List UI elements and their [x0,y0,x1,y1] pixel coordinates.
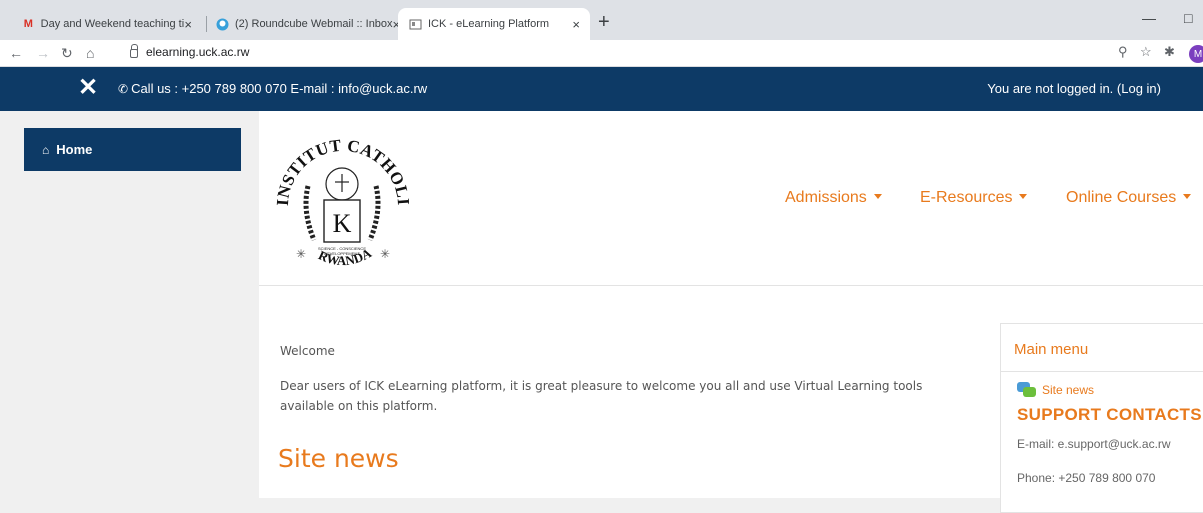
tab-ick-elearning[interactable]: ICK - eLearning Platform × [398,8,590,40]
minimize-icon[interactable]: — [1142,10,1156,26]
close-drawer-icon[interactable]: ✕ [78,76,98,100]
contact-info: ✆ Call us : +250 789 800 070 E-mail : inf… [118,81,427,96]
nav-label: Online Courses [1066,189,1177,206]
ick-favicon-icon [408,17,422,31]
url-text: elearning.uck.ac.rw [146,45,250,59]
back-arrow-icon[interactable]: ← [9,44,23,62]
sidebar-item-home[interactable]: ⌂ Home [24,128,241,171]
forum-chat-icon [1017,382,1036,398]
home-icon: ⌂ [42,143,50,157]
profile-avatar[interactable]: M [1189,45,1203,63]
main-menu-block: Main menu Site news SUPPORT CONTACTS E-m… [1000,323,1203,513]
intro-text: Dear users of ICK eLearning platform, it… [280,379,923,413]
reload-icon[interactable]: ↻ [61,44,73,62]
extensions-puzzle-icon[interactable]: ✱ [1164,44,1175,60]
nav-online-courses[interactable]: Online Courses [1066,189,1192,207]
block-header: Main menu [1001,324,1203,372]
forward-arrow-icon[interactable]: → [36,44,50,62]
nav-admissions[interactable]: Admissions [785,189,882,207]
tab-roundcube[interactable]: (2) Roundcube Webmail :: Inbox × [206,8,400,40]
tab-gmail[interactable]: M Day and Weekend teaching time × [12,8,202,40]
left-sidebar: ⌂ Home [0,111,259,498]
site-news-link-label: Site news [1042,383,1095,397]
new-tab-button[interactable]: + [598,12,610,32]
roundcube-icon [216,17,229,31]
site-news-link[interactable]: Site news [1017,382,1094,398]
address-bar[interactable]: elearning.uck.ac.rw [130,43,250,59]
welcome-heading: Welcome [280,344,335,358]
caret-down-icon [1183,194,1192,199]
lock-icon [130,43,138,58]
bookmark-star-icon[interactable]: ☆ [1140,44,1152,60]
tab-title: (2) Roundcube Webmail :: Inbox [235,18,393,30]
svg-text:INSTITUT CATHOLIQUE DE KABGAYI: INSTITUT CATHOLIQUE DE KABGAYI [274,116,409,206]
tab-title: ICK - eLearning Platform [428,18,550,30]
browser-tabstrip: M Day and Weekend teaching time × (2) Ro… [0,0,1203,40]
block-title: Main menu [1014,341,1089,358]
browser-toolbar: ← → ↻ ⌂ elearning.uck.ac.rw ⚲ ☆ ✱ M [0,40,1203,67]
caret-down-icon [1019,194,1028,199]
svg-text:✳: ✳ [296,247,306,261]
ick-logo[interactable]: INSTITUT CATHOLIQUE DE KABGAYI RWANDA K … [267,101,412,281]
svg-text:✳: ✳ [380,247,390,261]
nav-label: E-Resources [920,189,1013,206]
phone-icon: ✆ [118,82,129,96]
login-status[interactable]: You are not logged in. (Log in) [987,81,1161,96]
nav-label: Admissions [785,189,867,206]
svg-text:DEVELOPPEMENT: DEVELOPPEMENT [324,251,360,256]
sidebar-item-label: Home [56,142,93,157]
gmail-icon: M [23,18,33,30]
site-header: INSTITUT CATHOLIQUE DE KABGAYI RWANDA K … [259,101,1203,286]
home-icon[interactable]: ⌂ [86,44,94,62]
zoom-icon[interactable]: ⚲ [1118,44,1128,60]
support-phone: Phone: +250 789 800 070 [1017,471,1156,485]
support-email: E-mail: e.support@uck.ac.rw [1017,437,1171,451]
maximize-icon[interactable]: □ [1184,10,1192,26]
site-news-heading: Site news [278,444,399,473]
tab-close-icon[interactable]: × [184,17,192,32]
support-contacts-heading: SUPPORT CONTACTS [1017,405,1202,424]
tab-close-icon[interactable]: × [572,17,580,32]
tab-title: Day and Weekend teaching time [40,18,185,30]
svg-text:K: K [333,209,352,238]
caret-down-icon [873,194,882,199]
nav-e-resources[interactable]: E-Resources [920,189,1028,207]
contact-text: Call us : +250 789 800 070 E-mail : info… [131,81,428,96]
site-topbar: ✕ ✆ Call us : +250 789 800 070 E-mail : i… [0,67,1203,111]
